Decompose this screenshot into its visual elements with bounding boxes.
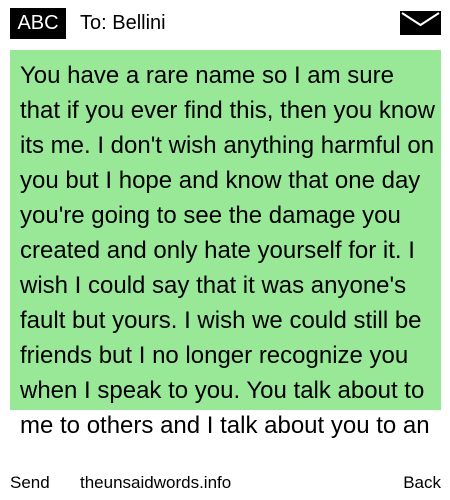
- send-button[interactable]: Send: [10, 472, 50, 494]
- compose-header: ABC To: Bellini: [0, 0, 450, 46]
- recipient-field[interactable]: To: Bellini: [80, 8, 166, 39]
- message-body[interactable]: You have a rare name so I am sure that i…: [20, 58, 438, 443]
- envelope-icon: [400, 11, 441, 35]
- back-button[interactable]: Back: [403, 472, 441, 494]
- site-link[interactable]: theunsaidwords.info: [80, 472, 231, 494]
- text-input-mode-badge[interactable]: ABC: [10, 8, 66, 39]
